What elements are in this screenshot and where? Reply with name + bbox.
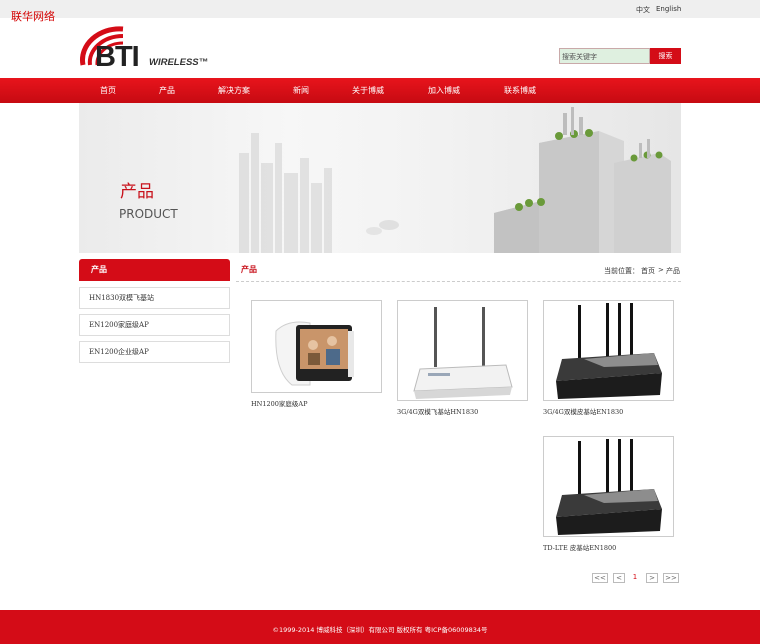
- logo-subtext: WIRELESS™: [149, 57, 209, 68]
- search-input[interactable]: 搜索关键字: [559, 48, 650, 64]
- breadcrumb-current: 产品: [666, 267, 680, 275]
- router-black-image: [556, 439, 662, 535]
- sidebar-heading: 产品: [79, 259, 230, 281]
- city-illustration: [239, 107, 671, 253]
- tablet-ap-image: [275, 321, 354, 386]
- logo[interactable]: BTI WIRELESS™: [79, 25, 219, 77]
- footer-copyright: ©1999-2014 博威科技（深圳）有限公司 版权所有 粤ICP备060098…: [272, 626, 488, 634]
- section-title: 产品: [241, 265, 257, 274]
- breadcrumb-separator: >: [658, 266, 664, 274]
- nav-item-news[interactable]: 新闻: [293, 78, 309, 103]
- breadcrumb-home[interactable]: 首页: [641, 266, 655, 276]
- pagination-next[interactable]: >: [646, 573, 658, 583]
- product-card-hn1830[interactable]: [397, 300, 528, 401]
- search-button[interactable]: 搜索: [650, 48, 681, 64]
- product-card-en1830[interactable]: [543, 300, 674, 401]
- page-banner: 产品 PRODUCT: [79, 103, 681, 253]
- pagination-prev[interactable]: <: [613, 573, 625, 583]
- nav-item-about[interactable]: 关于博威: [352, 78, 384, 103]
- product-caption[interactable]: TD-LTE 皮基站EN1800: [543, 542, 616, 552]
- breadcrumb-prefix: 当前位置：: [604, 267, 639, 275]
- banner-title-cn: 产品: [120, 182, 154, 202]
- pagination-first[interactable]: <<: [592, 573, 608, 583]
- logo-text: BTI: [95, 41, 140, 73]
- section-divider: [236, 281, 681, 282]
- nav-item-products[interactable]: 产品: [159, 78, 175, 103]
- product-card-en1800[interactable]: [543, 436, 674, 537]
- lang-en-link[interactable]: English: [656, 5, 681, 13]
- nav-item-join[interactable]: 加入博威: [428, 78, 460, 103]
- router-black-image: [556, 303, 662, 399]
- router-white-image: [413, 307, 513, 399]
- sidebar-item-en1200-home[interactable]: EN1200家庭级AP: [79, 314, 230, 336]
- pagination-current[interactable]: 1: [630, 573, 640, 583]
- product-caption[interactable]: 3G/4G双模皮基站EN1830: [543, 406, 623, 416]
- main-nav: 首页 产品 解决方案 新闻 关于博威 加入博威 联系博威: [0, 78, 760, 103]
- product-caption[interactable]: HN1200家庭级AP: [251, 398, 307, 408]
- product-card-hn1200[interactable]: [251, 300, 382, 393]
- nav-item-home[interactable]: 首页: [100, 78, 116, 103]
- lang-zh-link[interactable]: 中文: [636, 5, 650, 15]
- nav-item-contact[interactable]: 联系博威: [504, 78, 536, 103]
- watermark-text: 联华网络: [11, 10, 55, 23]
- pagination-last[interactable]: >>: [663, 573, 679, 583]
- product-caption[interactable]: 3G/4G双模飞基站HN1830: [397, 406, 478, 416]
- banner-title-en: PRODUCT: [119, 207, 178, 221]
- nav-item-solutions[interactable]: 解决方案: [218, 78, 250, 103]
- sidebar-item-hn1830[interactable]: HN1830双模飞基站: [79, 287, 230, 309]
- sidebar-item-en1200-enterprise[interactable]: EN1200企业级AP: [79, 341, 230, 363]
